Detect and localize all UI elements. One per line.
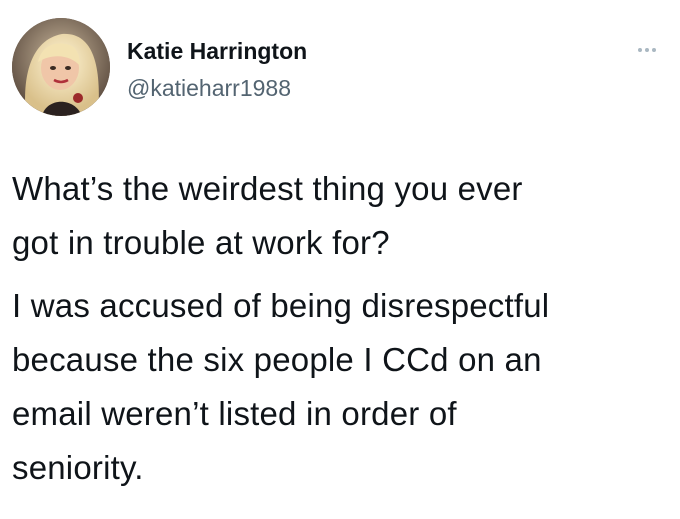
author-name[interactable]: Katie Harrington xyxy=(127,38,307,64)
more-dot xyxy=(645,48,649,52)
more-dot xyxy=(638,48,642,52)
text-line: because the six people I CCd on an xyxy=(12,341,542,378)
text-line: I was accused of being disrespectful xyxy=(12,287,550,324)
author-handle[interactable]: @katieharr1988 xyxy=(127,75,291,101)
text-line: email weren’t listed in order of xyxy=(12,395,457,432)
tweet-text-paragraph-1: What’s the weirdest thing you ever got i… xyxy=(12,162,672,270)
more-horizontal-icon[interactable] xyxy=(630,40,664,60)
tweet-card: Katie Harrington @katieharr1988 What’s t… xyxy=(0,0,680,519)
text-line: got in trouble at work for? xyxy=(12,224,390,261)
avatar[interactable] xyxy=(12,18,110,116)
text-line: What’s the weirdest thing you ever xyxy=(12,170,523,207)
tweet-text-paragraph-2: I was accused of being disrespectful bec… xyxy=(12,279,672,495)
avatar-image xyxy=(12,18,110,116)
text-line: seniority. xyxy=(12,449,144,486)
more-dot xyxy=(652,48,656,52)
